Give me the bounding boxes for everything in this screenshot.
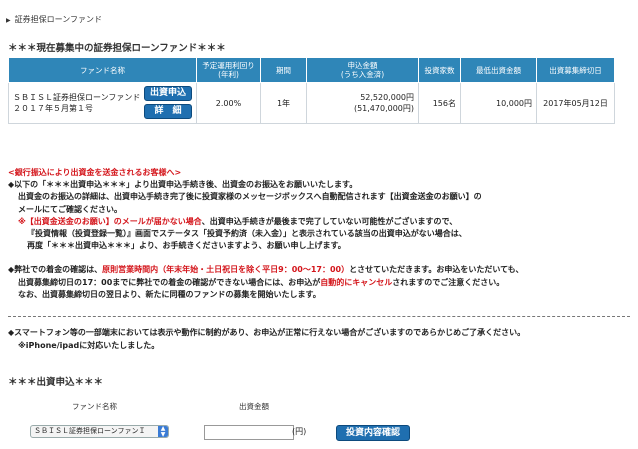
- amount-value: 52,520,000円: [360, 93, 414, 102]
- note-text: ◆スマートフォン等の一部端末においては表示や動作に制約があり、お申込が正常に行え…: [8, 328, 526, 337]
- fund-name-label: ファンド名称: [72, 402, 117, 411]
- apply-button[interactable]: 出資申込: [144, 86, 192, 101]
- select-arrows-icon: ▲ ▼: [158, 426, 168, 437]
- amount-cell: 52,520,000円 (51,470,000円): [306, 82, 419, 124]
- triangle-right-icon: ▶: [6, 17, 11, 24]
- breadcrumb-label: 証券担保ローンファンド: [14, 15, 102, 24]
- amount-paid-value: (51,470,000円): [353, 104, 414, 113]
- warning-red-text: 【出資金送金のお願い】のメールが届かない場合: [25, 216, 202, 226]
- yen-label: (円): [292, 427, 307, 436]
- yield-cell: 2.00%: [196, 82, 261, 124]
- header-min-amount: 最低出資金額: [460, 57, 537, 83]
- deadline-cell: 2017年05月12日: [536, 82, 615, 124]
- header-investors: 投資家数: [418, 57, 461, 83]
- auto-cancel-text: 自動的にキャンセル: [320, 277, 393, 287]
- header-deadline: 出資募集締切日: [536, 57, 615, 83]
- section-title: ＊＊＊現在募集中の証券担保ローンファンド＊＊＊: [8, 43, 226, 54]
- note-text: なお、出資募集締切日の翌日より、新たに同種のファンドの募集を開始いたします。: [18, 289, 321, 299]
- fund-select-value: ＳＢＩＳＬ証券担保ローンファンＩ: [34, 427, 146, 435]
- warning-mark: ※: [18, 216, 26, 226]
- detail-button[interactable]: 詳 細: [144, 104, 192, 119]
- fund-table: ファンド名称 予定運用利回り (年利) 期間 申込金額 (うち入金済) 投資家数…: [8, 57, 615, 124]
- amount-input[interactable]: [204, 425, 294, 440]
- header-yield: 予定運用利回り (年利): [196, 57, 261, 83]
- fund-name-cell: ＳＢＩＳＬ証券担保ローンファンド ２０１７年５月第１号 出資申込 詳 細: [8, 82, 197, 124]
- note-text: ◆以下の「＊＊＊出資申込＊＊＊」より出資申込手続き後、出資金のお振込をお願いいた…: [8, 180, 358, 190]
- note-text: メールにてご確認ください。: [18, 204, 122, 214]
- fund-select[interactable]: ＳＢＩＳＬ証券担保ローンファンＩ ▲ ▼: [30, 425, 169, 438]
- note-text: 出資金のお振込の詳細は、出資申込手続き完了後に投資家様のメッセージボックスへ自動…: [18, 192, 482, 202]
- note-text: 再度「＊＊＊出資申込＊＊＊」より、お手続きくださいますよう、お願い申し上げます。: [27, 241, 346, 251]
- note-warning: ※【出資金送金のお願い】のメールが届かない場合、出資申込手続きが最後まで完了して…: [8, 216, 630, 228]
- notes-heading: <銀行振込により出資金を送金されるお客様へ>: [8, 168, 182, 177]
- warning-text: 、出資申込手続きが最後まで完了していない可能性がございますので、: [201, 216, 458, 226]
- order-title: ＊＊＊出資申込＊＊＊: [8, 377, 104, 388]
- confirm-button[interactable]: 投資内容確認: [336, 425, 410, 441]
- note-text: 『投資情報（投資登録一覧）』画面でステータス「投資予約済（未入金）」と表示されて…: [27, 229, 467, 239]
- smartphone-notice: ◆スマートフォン等の一部端末においては表示や動作に制約があり、お申込が正常に行え…: [8, 326, 525, 352]
- table-header-row: ファンド名称 予定運用利回り (年利) 期間 申込金額 (うち入金済) 投資家数…: [8, 57, 615, 83]
- table-row: ＳＢＩＳＬ証券担保ローンファンド ２０１７年５月第１号 出資申込 詳 細 2.0…: [8, 82, 615, 124]
- business-hours-text: 原則営業時間内（年末年始・土日祝日を除く平日9：00〜17：00）: [102, 265, 350, 275]
- note-text: 出資募集締切日の17：00までに弊社での着金の確認ができない場合には、お申込が自…: [18, 277, 505, 287]
- investors-cell: 156名: [418, 82, 461, 124]
- amount-label: 出資金額: [239, 402, 269, 411]
- term-cell: 1年: [260, 82, 307, 124]
- header-amount: 申込金額 (うち入金済): [306, 57, 419, 83]
- min-amount-cell: 10,000円: [460, 82, 537, 124]
- header-fund-name: ファンド名称: [8, 57, 197, 83]
- header-term: 期間: [260, 57, 307, 83]
- breadcrumb: ▶ 証券担保ローンファンド: [6, 14, 102, 25]
- note-text: ◆弊社での着金の確認は、原則営業時間内（年末年始・土日祝日を除く平日9：00〜1…: [8, 265, 524, 275]
- divider: [8, 316, 630, 317]
- notes-section: <銀行振込により出資金を送金されるお客様へ> ◆以下の「＊＊＊出資申込＊＊＊」よ…: [8, 167, 630, 301]
- note-text: ※iPhone/ipadに対応いたしました。: [18, 341, 160, 350]
